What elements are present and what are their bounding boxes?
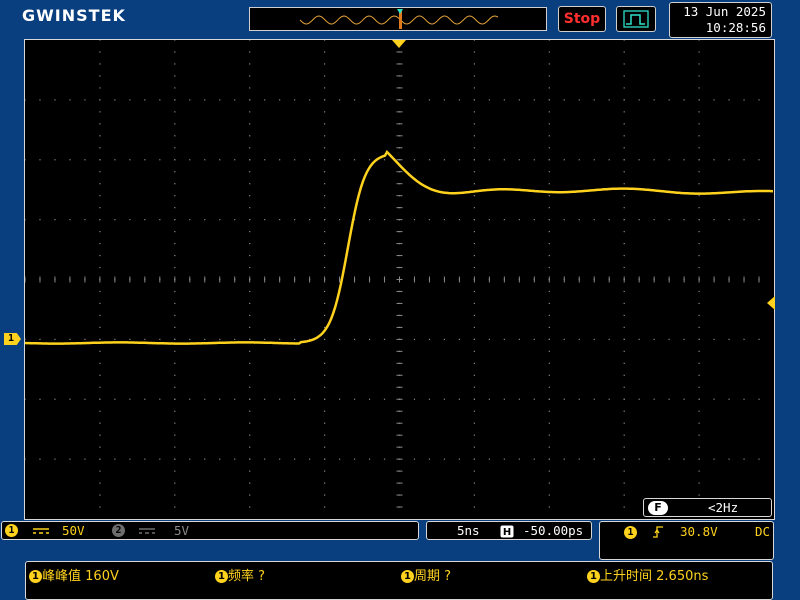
h-position-icon: H xyxy=(500,525,514,538)
trigger-mode-button[interactable] xyxy=(616,6,656,32)
measurement-value: ? xyxy=(258,569,266,584)
date-time-display: 13 Jun 2025 10:28:56 xyxy=(669,2,772,38)
measurement-value: 2.650ns xyxy=(656,569,709,584)
measurement-item[interactable]: 1 周期 ? xyxy=(401,565,451,584)
graticule xyxy=(24,39,760,508)
trigger-level-icon[interactable] xyxy=(766,296,776,310)
measurement-label: 峰峰值 xyxy=(42,569,82,584)
rising-edge-icon xyxy=(653,526,663,538)
trigger-frequency-counter: F <2Hz xyxy=(643,498,772,517)
frequency-badge: F xyxy=(648,500,668,515)
measurement-source-badge: 1 xyxy=(215,570,228,583)
measurement-source-badge: 1 xyxy=(587,570,600,583)
date-text: 13 Jun 2025 xyxy=(683,4,766,19)
measurement-value: 160V xyxy=(85,569,119,584)
channel1-ground-marker[interactable]: 1 xyxy=(4,333,21,345)
channel1-scale: 50V xyxy=(62,523,85,538)
channel1-badge: 1 xyxy=(5,524,18,537)
dc-coupling-icon xyxy=(139,528,155,534)
timebase-panel[interactable]: 5ns H -50.00ps xyxy=(426,521,592,540)
brand-logo: GWINSTEK xyxy=(22,6,126,25)
trigger-source-badge: 1 xyxy=(624,526,637,539)
dc-coupling-icon xyxy=(33,528,49,534)
waveform-overview-bar[interactable] xyxy=(249,7,547,31)
frequency-value: <2Hz xyxy=(708,500,739,515)
measurement-label: 周期 xyxy=(414,569,441,584)
channel-status-panel[interactable]: 1 50V 2 5V xyxy=(1,521,419,540)
timebase-position: -50.00ps xyxy=(523,523,584,538)
channel2-scale: 5V xyxy=(174,523,190,538)
measurement-source-badge: 1 xyxy=(401,570,414,583)
waveform-display[interactable] xyxy=(24,39,775,520)
overview-trigger-marker xyxy=(397,9,403,14)
overview-waveform xyxy=(299,9,499,29)
waveform-grid xyxy=(24,39,774,508)
timebase-scale: 5ns xyxy=(457,523,480,538)
channel2-badge: 2 xyxy=(112,524,125,537)
measurement-value: ? xyxy=(444,569,452,584)
measurement-label: 上升时间 xyxy=(600,569,653,584)
svg-text:H: H xyxy=(503,527,511,538)
trigger-panel[interactable]: 1 30.8V DC xyxy=(599,521,774,560)
run-stop-button[interactable]: Stop xyxy=(558,6,606,32)
pulse-trigger-icon xyxy=(623,10,649,28)
measurement-panel[interactable]: 1 峰峰值 160V 1 频率 ? 1 周期 ? 1 上升时间 2.650ns xyxy=(25,561,773,600)
measurement-item[interactable]: 1 上升时间 2.650ns xyxy=(587,565,708,584)
trigger-position-icon[interactable] xyxy=(391,39,407,49)
trigger-coupling: DC xyxy=(755,524,771,539)
measurement-item[interactable]: 1 频率 ? xyxy=(215,565,265,584)
measurement-source-badge: 1 xyxy=(29,570,42,583)
measurement-label: 频率 xyxy=(228,569,255,584)
trigger-level: 30.8V xyxy=(680,524,718,539)
measurement-item[interactable]: 1 峰峰值 160V xyxy=(29,565,119,584)
time-text: 10:28:56 xyxy=(705,20,766,35)
